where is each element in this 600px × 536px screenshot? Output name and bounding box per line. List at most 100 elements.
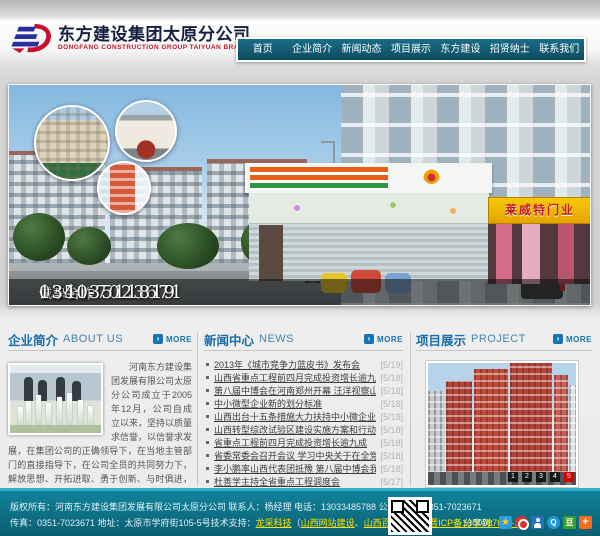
nav-item-careers[interactable]: 招贤纳士 [485, 39, 534, 60]
news-item: 省委常委会召开会议 学习中央关于在全党深 [5/18] [204, 449, 403, 462]
page-button-2[interactable]: 2 [522, 472, 532, 482]
news-date: [5/18] [380, 386, 403, 396]
bullet-icon [206, 480, 209, 483]
bullet-icon [206, 389, 209, 392]
bullet-icon [206, 467, 209, 470]
page: 东方建设集团太原分公司 DONGFANG CONSTRUCTION GROUP … [0, 0, 600, 536]
footer-fax-address: 传真：0351-7023671 地址：太原市学府街105-5号技术支持： [10, 518, 256, 528]
news-date: [5/18] [380, 373, 403, 383]
news-link[interactable]: 山西出台十五条措施大力扶持中小微企业发展 [214, 410, 376, 423]
page-button-1[interactable]: 1 [508, 472, 518, 482]
photo-model-tower [67, 393, 72, 425]
photo-model-tower [26, 401, 31, 425]
footer: 版权所有：河南东方建设集团发展有限公司太原分公司 联系人：杨经理 电话：1303… [0, 488, 600, 536]
column-divider [197, 332, 198, 486]
qzone-share-icon[interactable]: ★ [499, 516, 512, 529]
news-link[interactable]: 省委常委会召开会议 学习中央关于在全党深 [214, 449, 376, 462]
more-label: MORE [377, 335, 403, 344]
logo-icon [10, 23, 52, 53]
photo-canopy-stripes [250, 167, 388, 189]
douban-share-icon[interactable]: 豆 [563, 516, 576, 529]
photo-model-tower [57, 397, 62, 425]
photo-store-sign: 莱威特门业 [488, 197, 591, 224]
news-item: 山西出台十五条措施大力扶持中小微企业发展 [5/18] [204, 410, 403, 423]
photo-store-door [259, 225, 283, 281]
about-section-header: 企业简介 ABOUT US › MORE [8, 328, 192, 351]
banner-contact-bar: 诚挚合作: 0351-7023671 13403511819 [9, 279, 590, 305]
more-label: MORE [166, 335, 192, 344]
nav-item-home[interactable]: 首页 [238, 39, 287, 60]
about-section: 企业简介 ABOUT US › MORE 河南东 [8, 328, 192, 514]
photo-tower [510, 361, 552, 473]
photo-tower [474, 369, 508, 473]
news-list: 2013年《城市竞争力蓝皮书》发布会[5/19] 山西省重点工程前四月完成投资增… [204, 358, 403, 488]
news-link[interactable]: 第八届中博会在河南郑州开幕 汪洋视察山西 [214, 384, 376, 397]
project-title-en: PROJECT [471, 333, 526, 345]
project-more-button[interactable]: › MORE [553, 334, 592, 344]
footer-tech-link[interactable]: 龙采科技 [256, 518, 292, 528]
more-arrow-icon: › [153, 334, 163, 344]
qq-share-icon[interactable]: Q [547, 516, 560, 529]
news-date: [5/17] [380, 477, 403, 487]
news-link[interactable]: 山西转型综改试验区建设实施方案和行动计划 [214, 423, 376, 436]
project-section: 项目展示 PROJECT › MORE 1 2 3 4 5 [416, 328, 592, 487]
news-more-button[interactable]: › MORE [364, 334, 403, 344]
photo-shop-posters [488, 224, 591, 284]
news-date: [5/18] [380, 438, 403, 448]
renren-share-icon[interactable] [531, 516, 544, 529]
news-link[interactable]: 杜善学主持全省重点工程调度会 [214, 475, 376, 488]
bullet-icon [206, 454, 209, 457]
page-button-5-active[interactable]: 5 [564, 472, 574, 482]
page-button-3[interactable]: 3 [536, 472, 546, 482]
column-divider [410, 332, 411, 486]
share-bar: 分享到: ★ Q 豆 + [463, 516, 592, 529]
weibo-share-icon[interactable] [515, 516, 528, 529]
banner-inset-circle-1 [34, 105, 110, 181]
photo-tree [13, 213, 65, 261]
nav-item-dongfang[interactable]: 东方建设 [436, 39, 485, 60]
news-title-en: NEWS [259, 333, 294, 345]
more-arrow-icon: › [553, 334, 563, 344]
news-item: 2013年《城市竞争力蓝皮书》发布会[5/19] [204, 358, 403, 371]
news-link[interactable]: 山西省重点工程前四月完成投资增长逾九成 [214, 371, 376, 384]
photo-store-logo [423, 167, 440, 184]
project-slideshow[interactable]: 1 2 3 4 5 [426, 361, 578, 487]
banner-inset-circle-2 [115, 100, 177, 162]
project-section-header: 项目展示 PROJECT › MORE [416, 328, 592, 351]
more-share-icon[interactable]: + [579, 516, 592, 529]
about-title-en: ABOUT US [63, 333, 123, 345]
photo-store-canopy [245, 163, 492, 193]
site-logo[interactable]: 东方建设集团太原分公司 DONGFANG CONSTRUCTION GROUP … [10, 23, 254, 53]
nav-item-news[interactable]: 新闻动态 [337, 39, 386, 60]
news-link[interactable]: 李小鹏率山西代表团抵豫 第八届中博会我省 [214, 462, 376, 475]
news-link[interactable]: 省重点工程前四月完成投资增长逾九成 [214, 436, 376, 449]
news-item: 第八届中博会在河南郑州开幕 汪洋视察山西 [5/18] [204, 384, 403, 397]
news-link[interactable]: 2013年《城市竞争力蓝皮书》发布会 [214, 358, 376, 371]
bullet-icon [206, 428, 209, 431]
photo-model-base [10, 425, 101, 433]
qr-pattern [391, 500, 429, 532]
footer-separator: 、 [355, 518, 364, 528]
news-link[interactable]: 中小微型企业新的划分标准 [214, 397, 376, 410]
news-date: [5/18] [380, 412, 403, 422]
page-button-4[interactable]: 4 [550, 472, 560, 482]
photo-tree [67, 227, 111, 265]
news-date: [5/18] [380, 425, 403, 435]
nav-item-contact[interactable]: 联系我们 [535, 39, 584, 60]
banner-phone-2: 13403511819 [39, 282, 176, 303]
news-date: [5/18] [380, 451, 403, 461]
about-photo [8, 363, 103, 435]
news-item: 李小鹏率山西代表团抵豫 第八届中博会我省[5/18] [204, 462, 403, 475]
about-more-button[interactable]: › MORE [153, 334, 192, 344]
footer-site-link[interactable]: 山西网站建设 [301, 518, 355, 528]
news-title-cn: 新闻中心 [204, 330, 254, 349]
logo-subtitle: DONGFANG CONSTRUCTION GROUP TAIYUAN BRAN… [58, 44, 254, 51]
photo-store-window [249, 193, 489, 223]
news-item: 杜善学主持全省重点工程调度会 [5/17] [204, 475, 403, 488]
photo-model-tower [18, 407, 23, 425]
nav-item-projects[interactable]: 项目展示 [386, 39, 435, 60]
share-label: 分享到: [463, 516, 493, 529]
photo-model-tower [36, 395, 41, 425]
nav-item-about[interactable]: 企业简介 [287, 39, 336, 60]
logo-text: 东方建设集团太原分公司 DONGFANG CONSTRUCTION GROUP … [58, 25, 254, 51]
